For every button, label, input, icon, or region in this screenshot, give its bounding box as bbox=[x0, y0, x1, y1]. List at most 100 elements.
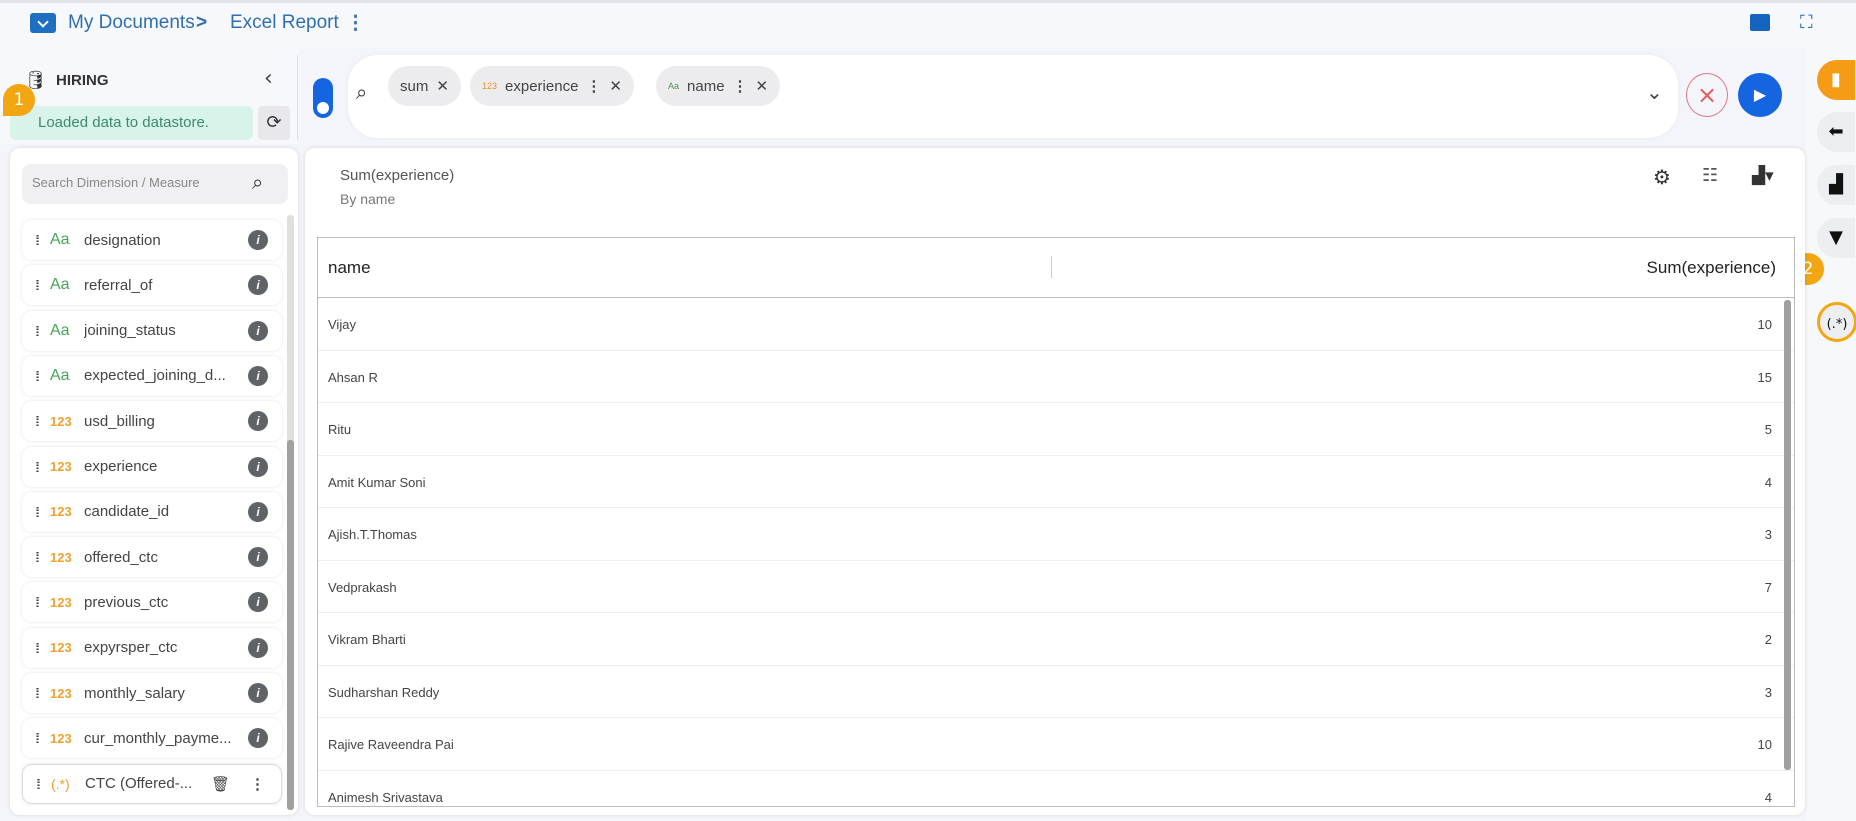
table-row[interactable]: Rajive Raveendra Pai 10 bbox=[318, 718, 1794, 771]
table-row[interactable]: Ahsan R 15 bbox=[318, 351, 1794, 403]
field-item[interactable]: ⁞⁞ 123 experience i bbox=[22, 446, 282, 487]
more-options-icon[interactable]: ⋮ bbox=[346, 12, 365, 35]
info-icon[interactable]: i bbox=[248, 547, 268, 568]
table-row[interactable]: Vedprakash 7 bbox=[318, 561, 1794, 613]
field-type-icon: 123 bbox=[50, 685, 72, 701]
formula-type-icon: (.*) bbox=[51, 775, 70, 792]
table-row[interactable]: Amit Kumar Soni 4 bbox=[318, 456, 1794, 508]
info-icon[interactable]: i bbox=[248, 365, 268, 386]
drag-handle-icon[interactable]: ⁞⁞ bbox=[22, 685, 50, 701]
more-icon[interactable]: ⋮ bbox=[733, 77, 748, 95]
remove-icon[interactable]: ✕ bbox=[609, 77, 622, 95]
cell-value: 15 bbox=[1757, 369, 1772, 385]
field-label: referral_of bbox=[84, 276, 153, 294]
drag-handle-icon[interactable]: ⁞⁞ bbox=[22, 413, 50, 429]
search-icon: ⌕ bbox=[356, 80, 368, 104]
drag-handle-icon[interactable]: ⁞⁞ bbox=[22, 323, 50, 339]
drag-handle-icon[interactable]: ⁞⁞ bbox=[22, 504, 50, 520]
back-arrow-icon[interactable]: ⬅ bbox=[1817, 112, 1855, 152]
chip-name[interactable]: Aa name ⋮ ✕ bbox=[656, 66, 781, 106]
formula-icon[interactable]: (.*) bbox=[1817, 302, 1856, 342]
refresh-button[interactable]: ⟳ bbox=[258, 106, 290, 140]
sliders-icon[interactable]: ☷ bbox=[1702, 165, 1718, 186]
report-subtitle: By name bbox=[340, 191, 396, 207]
drag-handle-icon[interactable]: ⁞⁞ bbox=[23, 776, 51, 792]
field-label: cur_monthly_payme... bbox=[84, 729, 232, 747]
field-item[interactable]: ⁞⁞ 123 cur_monthly_payme... i bbox=[22, 718, 282, 759]
table-row[interactable]: Ritu 5 bbox=[318, 403, 1794, 456]
info-icon[interactable]: i bbox=[248, 683, 268, 703]
status-message: Loaded data to datastore. bbox=[10, 106, 253, 140]
comment-icon[interactable] bbox=[1750, 14, 1770, 31]
run-button[interactable]: ▶ bbox=[1738, 73, 1782, 117]
cell-value: 10 bbox=[1757, 317, 1772, 332]
drag-handle-icon[interactable]: ⁞⁞ bbox=[22, 232, 50, 248]
field-search-input[interactable]: Search Dimension / Measure bbox=[22, 164, 288, 204]
more-icon[interactable]: ⋮ bbox=[586, 77, 601, 95]
info-icon[interactable]: i bbox=[248, 411, 268, 432]
scrollbar-thumb[interactable] bbox=[287, 440, 294, 810]
clear-button[interactable]: × bbox=[1686, 73, 1728, 117]
info-icon[interactable]: i bbox=[248, 275, 268, 296]
info-icon[interactable]: i bbox=[248, 456, 268, 477]
filter-icon[interactable]: ▼ bbox=[1817, 218, 1855, 258]
bar-chart-icon[interactable]: ▟ bbox=[1817, 165, 1855, 205]
field-item[interactable]: ⁞⁞ Aa referral_of i bbox=[22, 265, 282, 306]
info-icon[interactable]: i bbox=[248, 592, 268, 613]
drag-handle-icon[interactable]: ⁞⁞ bbox=[22, 730, 50, 746]
drag-handle-icon[interactable]: ⁞⁞ bbox=[22, 640, 50, 656]
mode-toggle[interactable] bbox=[313, 78, 333, 118]
field-item[interactable]: ⁞⁞ 123 previous_ctc i bbox=[22, 582, 282, 623]
column-divider[interactable] bbox=[1051, 256, 1052, 278]
info-icon[interactable]: i bbox=[248, 728, 268, 749]
field-item[interactable]: ⁞⁞ 123 usd_billing i bbox=[22, 401, 282, 442]
table-row[interactable]: Sudharshan Reddy 3 bbox=[318, 666, 1794, 718]
info-icon[interactable]: i bbox=[248, 320, 268, 341]
chip-sum[interactable]: sum ✕ bbox=[388, 66, 461, 106]
drag-handle-icon[interactable]: ⁞⁞ bbox=[22, 459, 50, 475]
field-item[interactable]: ⁞⁞ 123 monthly_salary i bbox=[22, 673, 282, 713]
remove-icon[interactable]: ✕ bbox=[436, 77, 449, 95]
chevron-down-icon[interactable]: ⌄ bbox=[1646, 80, 1663, 104]
drag-handle-icon[interactable]: ⁞⁞ bbox=[22, 368, 50, 384]
drag-handle-icon[interactable]: ⁞⁞ bbox=[22, 277, 50, 293]
field-type-icon: 123 bbox=[50, 459, 72, 474]
field-item[interactable]: ⁞⁞ Aa joining_status i bbox=[22, 310, 282, 351]
table-scrollbar[interactable] bbox=[1784, 300, 1791, 770]
chip-experience[interactable]: 123 experience ⋮ ✕ bbox=[470, 66, 634, 106]
column-header-name[interactable]: name bbox=[328, 258, 371, 278]
cell-value: 2 bbox=[1764, 632, 1772, 647]
field-label: expyrsper_ctc bbox=[84, 639, 178, 657]
fullscreen-icon[interactable]: ⛶ bbox=[1800, 12, 1813, 33]
cell-value: 3 bbox=[1764, 684, 1772, 700]
field-label: usd_billing bbox=[84, 412, 155, 430]
info-icon[interactable]: i bbox=[248, 637, 268, 658]
table-row[interactable]: Ajish.T.Thomas 3 bbox=[318, 508, 1794, 561]
field-item[interactable]: ⁞⁞ 123 expyrsper_ctc i bbox=[22, 627, 282, 668]
table-row[interactable]: Animesh Srivastava 4 bbox=[318, 771, 1794, 807]
more-icon[interactable]: ⋮ bbox=[250, 775, 265, 793]
drag-handle-icon[interactable]: ⁞⁞ bbox=[22, 549, 50, 565]
collapse-chevron-icon[interactable]: ‹ bbox=[264, 66, 273, 91]
folder-icon[interactable] bbox=[30, 13, 56, 33]
field-item[interactable]: ⁞⁞ Aa designation i bbox=[22, 220, 282, 260]
breadcrumb-excel-report: Excel Report bbox=[230, 12, 339, 33]
sd-card-icon[interactable]: ▮ bbox=[1817, 60, 1855, 100]
column-header-sum[interactable]: Sum(experience) bbox=[1647, 258, 1776, 278]
trash-icon[interactable]: 🗑 bbox=[211, 775, 230, 793]
field-item[interactable]: ⁞⁞ 123 offered_ctc i bbox=[22, 537, 282, 578]
info-icon[interactable]: i bbox=[248, 230, 268, 250]
drag-handle-icon[interactable]: ⁞⁞ bbox=[22, 594, 50, 610]
gear-icon[interactable]: ⚙ bbox=[1653, 165, 1671, 189]
chart-type-dropdown-icon[interactable]: ▟▾ bbox=[1752, 166, 1774, 186]
remove-icon[interactable]: ✕ bbox=[756, 77, 769, 95]
field-item[interactable]: ⁞⁞ Aa expected_joining_d... i bbox=[22, 355, 282, 396]
breadcrumb-my-documents[interactable]: My Documents bbox=[68, 12, 195, 34]
table-row[interactable]: Vikram Bharti 2 bbox=[318, 613, 1794, 666]
field-type-icon: Aa bbox=[50, 321, 70, 339]
data-table: name Sum(experience) Vijay 10 Ahsan R 15 Rit… bbox=[317, 237, 1795, 807]
info-icon[interactable]: i bbox=[248, 501, 268, 522]
custom-field-item[interactable]: ⁞⁞ (.*) CTC (Offered-... 🗑 ⋮ bbox=[22, 763, 282, 804]
field-item[interactable]: ⁞⁞ 123 candidate_id i bbox=[22, 491, 282, 532]
table-row[interactable]: Vijay 10 bbox=[318, 298, 1794, 351]
